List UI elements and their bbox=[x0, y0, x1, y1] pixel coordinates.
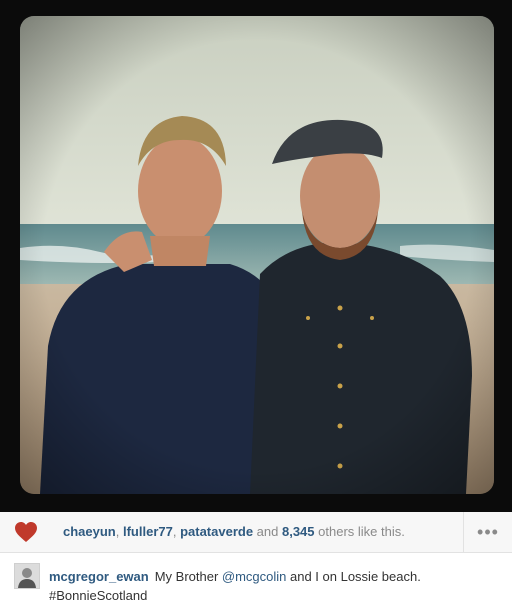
likes-joiner: and bbox=[253, 524, 282, 539]
caption-body-end: and I on Lossie beach. bbox=[286, 569, 421, 584]
photo-frame bbox=[0, 0, 512, 512]
like-button[interactable] bbox=[0, 512, 52, 552]
likes-separator: , bbox=[115, 524, 123, 539]
caption-body: My Brother bbox=[154, 569, 222, 584]
heart-icon bbox=[15, 522, 37, 542]
author-username[interactable]: mcgregor_ewan bbox=[49, 569, 149, 584]
likes-suffix: others like this. bbox=[314, 524, 405, 539]
beach-photo-illustration bbox=[20, 16, 494, 494]
user-avatar-icon bbox=[15, 564, 39, 588]
likes-summary: chaeyun, lfuller77, patataverde and 8,34… bbox=[63, 512, 405, 552]
caption: mcgregor_ewan My Brother @mcgcolin and I … bbox=[0, 553, 512, 611]
mention-link[interactable]: @mcgcolin bbox=[222, 569, 287, 584]
liker-link[interactable]: patataverde bbox=[180, 524, 253, 539]
avatar[interactable] bbox=[14, 563, 40, 589]
likes-separator: , bbox=[172, 524, 181, 539]
likes-count[interactable]: 8,345 bbox=[282, 524, 315, 539]
hashtag-link[interactable]: #BonnieScotland bbox=[49, 588, 147, 603]
likes-bar: chaeyun, lfuller77, patataverde and 8,34… bbox=[0, 512, 512, 553]
ellipsis-icon: ••• bbox=[477, 521, 499, 542]
instagram-post: chaeyun, lfuller77, patataverde and 8,34… bbox=[0, 0, 512, 611]
liker-link[interactable]: lfuller77 bbox=[123, 524, 173, 539]
more-options-button[interactable]: ••• bbox=[463, 512, 512, 552]
caption-text: mcgregor_ewan My Brother @mcgcolin and I … bbox=[49, 567, 489, 605]
liker-link[interactable]: chaeyun bbox=[63, 524, 116, 539]
post-photo[interactable] bbox=[20, 16, 494, 494]
